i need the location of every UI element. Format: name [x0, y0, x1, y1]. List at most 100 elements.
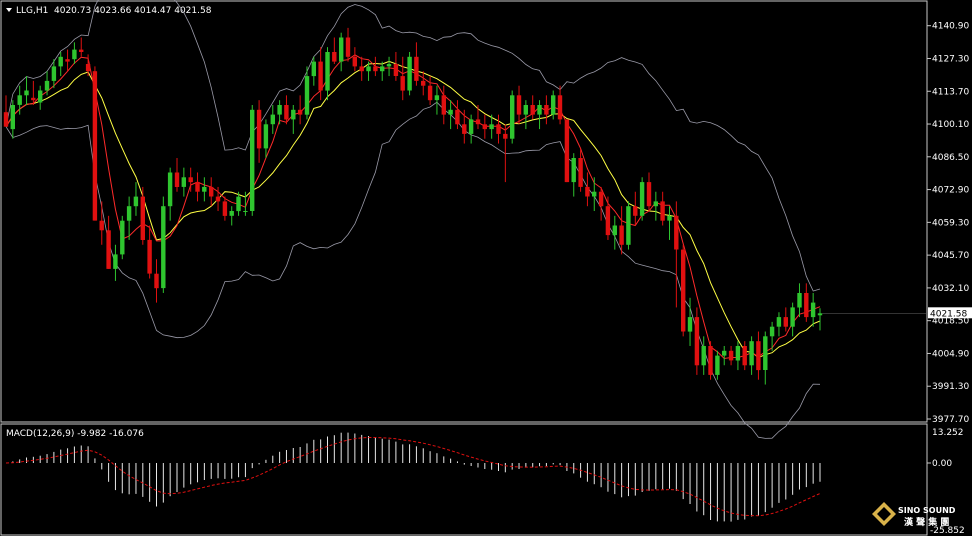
candle-body [722, 350, 727, 356]
candle-body [65, 59, 70, 62]
candle-body [557, 95, 563, 120]
candle-body [564, 119, 570, 183]
candle-body [291, 109, 296, 120]
candle-body [85, 64, 91, 72]
candle-body [585, 186, 590, 197]
candle-body [571, 158, 576, 183]
candle-body [352, 56, 357, 67]
candle-body [749, 341, 754, 366]
candle-body [434, 95, 440, 101]
price-tick-label: 4032.10 [932, 284, 969, 294]
candle-body [325, 52, 330, 91]
candle-body [523, 105, 528, 115]
price-tick-label: 4140.90 [932, 22, 969, 32]
candle-body [79, 49, 84, 52]
candle-body [462, 124, 467, 134]
candle-body [681, 249, 686, 332]
current-price-badge: 4021.58 [928, 307, 972, 319]
candle-body [427, 85, 433, 101]
candle-body [516, 95, 522, 115]
candle-body [605, 206, 611, 236]
candle-body [694, 317, 700, 366]
candle-body [400, 76, 405, 91]
candle-body [339, 37, 344, 62]
candle-body [742, 346, 747, 366]
candle-body [270, 114, 275, 125]
candle-body [3, 112, 9, 127]
candle-body [147, 239, 152, 274]
candle-body [44, 80, 50, 91]
candle-body [24, 90, 29, 96]
price-tick-label: 4045.70 [932, 251, 969, 261]
candle-body [790, 307, 795, 327]
candle-body [612, 225, 617, 236]
candle-body [188, 177, 193, 183]
candle-body [626, 206, 631, 245]
chart-canvas[interactable]: LLG,H1 4020.73 4023.66 4014.47 4021.58 4… [0, 0, 972, 536]
price-tick-label: 3991.30 [932, 382, 969, 392]
candle-body [113, 254, 118, 269]
price-tick-label: 4004.90 [932, 349, 969, 359]
candle-body [373, 66, 378, 72]
candle-body [660, 201, 665, 221]
candle-body [489, 124, 494, 130]
candle-body [407, 56, 412, 91]
candle-body [578, 158, 583, 187]
price-tick-label: 4072.90 [932, 186, 969, 196]
candle-body [687, 317, 693, 332]
candle-body [106, 230, 111, 269]
candle-body [804, 293, 809, 318]
candle-body [633, 206, 638, 216]
candle-body [366, 66, 371, 72]
price-tick-label: 4100.10 [932, 120, 969, 130]
candle-body [510, 95, 515, 139]
candle-body [359, 66, 364, 72]
candle-body [421, 80, 426, 86]
candle-body [304, 76, 310, 115]
candle-body [38, 90, 43, 103]
candle-body [393, 64, 399, 76]
candle-body [598, 191, 604, 207]
candle-body [544, 105, 549, 115]
candle-body [728, 350, 734, 361]
candle-body [797, 293, 802, 308]
price-tick-label: 4059.30 [932, 218, 969, 228]
candle-body [386, 64, 392, 67]
price-tick-label: 4113.70 [932, 87, 969, 97]
chart-background [0, 0, 972, 536]
candle-body [318, 61, 323, 91]
candle-body [51, 66, 57, 81]
candle-body [10, 105, 15, 130]
candle-body [126, 206, 132, 221]
candle-body [441, 95, 446, 115]
candle-body [345, 37, 351, 57]
candle-body [667, 215, 672, 221]
macd-tick-zero: 0.00 [932, 459, 952, 469]
symbol-label: LLG,H1 [16, 6, 48, 16]
candle-body [256, 109, 262, 149]
candle-body [769, 326, 775, 337]
candle-body [161, 206, 166, 289]
candle-body [120, 220, 125, 255]
candle-body [592, 191, 597, 197]
candle-body [72, 49, 77, 60]
candle-body [140, 196, 145, 240]
candle-body [202, 186, 207, 192]
candle-body [181, 177, 186, 187]
candle-body [133, 196, 139, 207]
candle-body [99, 220, 104, 231]
candle-body [229, 211, 234, 216]
candle-body [619, 225, 624, 245]
candle-body [250, 109, 255, 211]
candle-body [455, 109, 460, 125]
logo-name: SINO SOUND [898, 506, 956, 515]
candle-body [263, 124, 269, 149]
candle-body [311, 61, 316, 77]
macd-tick-top: 13.252 [932, 428, 964, 438]
candle-body [215, 196, 221, 202]
candle-body [277, 105, 282, 115]
candle-body [17, 95, 22, 105]
logo-chinese: 漢 聲 集 團 [904, 516, 949, 528]
candle-body [503, 133, 508, 139]
candle-body [58, 56, 63, 67]
